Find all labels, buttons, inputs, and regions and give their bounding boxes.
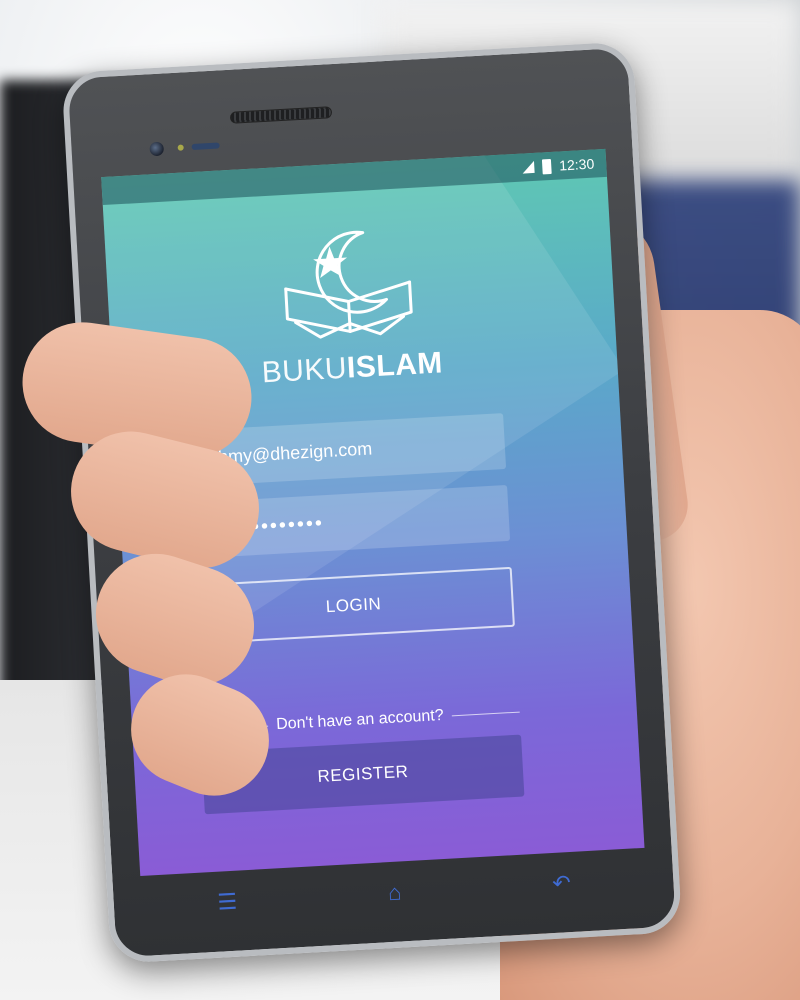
home-icon[interactable]: ⌂: [387, 879, 402, 906]
menu-icon[interactable]: ☰: [217, 889, 238, 916]
no-account-text: Don't have an account?: [275, 706, 445, 734]
status-time: 12:30: [558, 155, 595, 174]
brand-light-text: BUKU: [260, 351, 348, 390]
divider-line-right: [451, 711, 520, 716]
light-sensor: [191, 142, 220, 151]
brand-bold-text: ISLAM: [346, 346, 444, 385]
front-camera: [149, 141, 165, 157]
proximity-sensor: [177, 144, 184, 151]
signal-icon: [521, 160, 535, 174]
brand-wordmark: BUKUISLAM: [251, 346, 453, 391]
earpiece-speaker: [229, 106, 333, 124]
battery-icon: [541, 158, 552, 174]
status-bar: 12:30: [101, 148, 607, 206]
bukuislam-logo-icon: [284, 230, 413, 339]
back-icon[interactable]: ↶: [552, 870, 572, 897]
